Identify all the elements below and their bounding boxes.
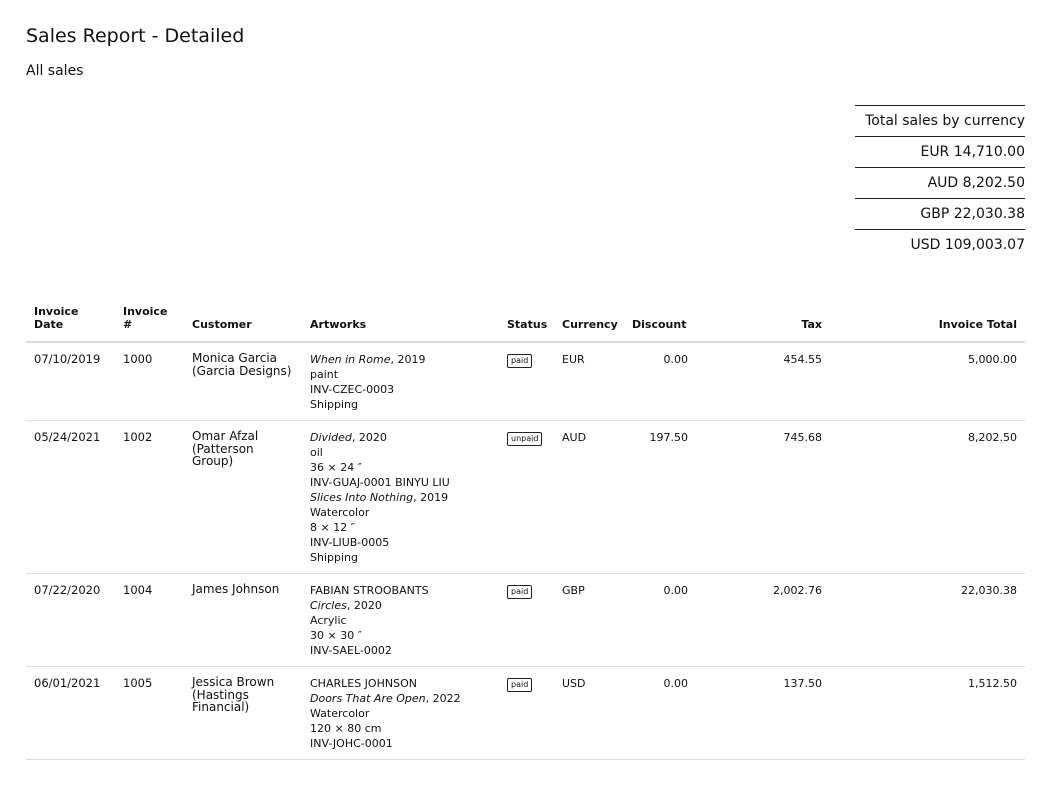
col-status: Status	[499, 305, 554, 343]
cell-discount: 197.50	[624, 420, 696, 574]
table-row: 07/22/2020 1004 James Johnson FABIAN STROOB…	[26, 573, 1025, 667]
cell-invoice-date: 07/22/2020	[26, 573, 115, 667]
cell-artworks: CHARLES JOHNSON Doors That Are Open, 2022…	[302, 666, 499, 760]
cell-invoice-number: 1005	[115, 666, 184, 760]
table-row: 07/10/2019 1000 Monica Garcia (Garcia Desi…	[26, 342, 1025, 421]
col-invoice-total: Invoice Total	[830, 305, 1025, 343]
cell-invoice-total: 22,030.38	[830, 573, 1025, 667]
artwork-line: 8 × 12 ″	[310, 521, 355, 534]
cell-tax: 454.55	[696, 342, 830, 421]
artwork-title: Slices Into Nothing	[310, 491, 414, 504]
artwork-line: FABIAN STROOBANTS	[310, 584, 429, 597]
cell-invoice-total: 1,512.50	[830, 666, 1025, 760]
cell-invoice-number: 1004	[115, 573, 184, 667]
artwork-line: Shipping	[310, 398, 358, 411]
cell-discount: 0.00	[624, 342, 696, 421]
artwork-line: Slices Into Nothing, 2019	[310, 490, 491, 505]
status-badge: paid	[507, 585, 533, 599]
total-aud: AUD 8,202.50	[855, 167, 1025, 199]
artwork-title: Doors That Are Open	[310, 692, 426, 705]
cell-tax: 745.68	[696, 420, 830, 574]
col-customer: Customer	[184, 305, 302, 343]
cell-customer: Monica Garcia (Garcia Designs)	[184, 342, 302, 421]
cell-invoice-total: 5,000.00	[830, 342, 1025, 421]
page-title: Sales Report - Detailed	[26, 25, 245, 47]
artwork-line: CHARLES JOHNSON	[310, 677, 417, 690]
cell-status: unpaid	[499, 420, 554, 574]
artwork-year: , 2020	[346, 599, 382, 612]
cell-artworks: FABIAN STROOBANTS Circles, 2020 Acrylic 30 …	[302, 573, 499, 667]
total-eur: EUR 14,710.00	[855, 136, 1025, 168]
table-header-row: Invoice Date Invoice # Customer Artworks…	[26, 305, 1025, 343]
cell-invoice-date: 07/10/2019	[26, 342, 115, 421]
status-badge: paid	[507, 354, 533, 368]
cell-customer: Jessica Brown (Hastings Financial)	[184, 666, 302, 760]
cell-invoice-date: 05/24/2021	[26, 420, 115, 574]
artwork-line: Circles, 2020	[310, 598, 491, 613]
status-badge: unpaid	[507, 432, 543, 446]
report-subtitle: All sales	[26, 63, 84, 79]
col-invoice-date: Invoice Date	[26, 305, 115, 343]
cell-artworks: Divided, 2020 oil 36 × 24 ″ INV-GUAJ-0001 B…	[302, 420, 499, 574]
col-artworks: Artworks	[302, 305, 499, 343]
artwork-line: Divided, 2020	[310, 430, 491, 445]
cell-currency: GBP	[554, 573, 624, 667]
cell-customer: Omar Afzal (Patterson Group)	[184, 420, 302, 574]
cell-artworks: When in Rome, 2019 paint INV-CZEC-0003 Ship…	[302, 342, 499, 421]
table-row: 05/24/2021 1002 Omar Afzal (Patterson Grou…	[26, 420, 1025, 574]
artwork-line: Doors That Are Open, 2022	[310, 691, 491, 706]
artwork-line: paint	[310, 368, 339, 381]
artwork-year: , 2019	[390, 353, 426, 366]
cell-status: paid	[499, 573, 554, 667]
col-tax: Tax	[696, 305, 830, 343]
total-usd: USD 109,003.07	[855, 229, 1025, 260]
artwork-line: INV-JOHC-0001	[310, 737, 393, 750]
col-currency: Currency	[554, 305, 624, 343]
artwork-line: Shipping	[310, 551, 358, 564]
artwork-title: Circles	[310, 599, 347, 612]
artwork-line: Acrylic	[310, 614, 347, 627]
cell-tax: 2,002.76	[696, 573, 830, 667]
total-gbp: GBP 22,030.38	[855, 198, 1025, 230]
artwork-title: Divided	[310, 431, 352, 444]
cell-currency: USD	[554, 666, 624, 760]
artwork-line: Watercolor	[310, 506, 370, 519]
sales-table: Invoice Date Invoice # Customer Artworks…	[26, 305, 1025, 760]
cell-invoice-date: 06/01/2021	[26, 666, 115, 760]
cell-status: paid	[499, 666, 554, 760]
totals-by-currency: Total sales by currency EUR 14,710.00 AU…	[855, 105, 1025, 260]
artwork-line: INV-SAEL-0002	[310, 644, 392, 657]
cell-currency: AUD	[554, 420, 624, 574]
artwork-line: Watercolor	[310, 707, 370, 720]
artwork-year: , 2020	[351, 431, 387, 444]
status-badge: paid	[507, 678, 533, 692]
cell-invoice-number: 1000	[115, 342, 184, 421]
artwork-year: , 2019	[413, 491, 449, 504]
artwork-line: 120 × 80 cm	[310, 722, 382, 735]
artwork-line: INV-GUAJ-0001 BINYU LIU	[310, 476, 450, 489]
cell-status: paid	[499, 342, 554, 421]
artwork-line: When in Rome, 2019	[310, 352, 491, 367]
artwork-line: 30 × 30 ″	[310, 629, 362, 642]
cell-currency: EUR	[554, 342, 624, 421]
artwork-title: When in Rome	[310, 353, 391, 366]
artwork-line: 36 × 24 ″	[310, 461, 362, 474]
cell-discount: 0.00	[624, 573, 696, 667]
cell-invoice-number: 1002	[115, 420, 184, 574]
artwork-year: , 2022	[425, 692, 461, 705]
artwork-line: INV-LIUB-0005	[310, 536, 390, 549]
artwork-line: INV-CZEC-0003	[310, 383, 395, 396]
cell-invoice-total: 8,202.50	[830, 420, 1025, 574]
totals-heading: Total sales by currency	[855, 105, 1025, 137]
cell-tax: 137.50	[696, 666, 830, 760]
artwork-line: oil	[310, 446, 323, 459]
table-row: 06/01/2021 1005 Jessica Brown (Hastings Fi…	[26, 666, 1025, 760]
col-discount: Discount	[624, 305, 696, 343]
cell-customer: James Johnson	[184, 573, 302, 667]
col-invoice-number: Invoice #	[115, 305, 184, 343]
cell-discount: 0.00	[624, 666, 696, 760]
